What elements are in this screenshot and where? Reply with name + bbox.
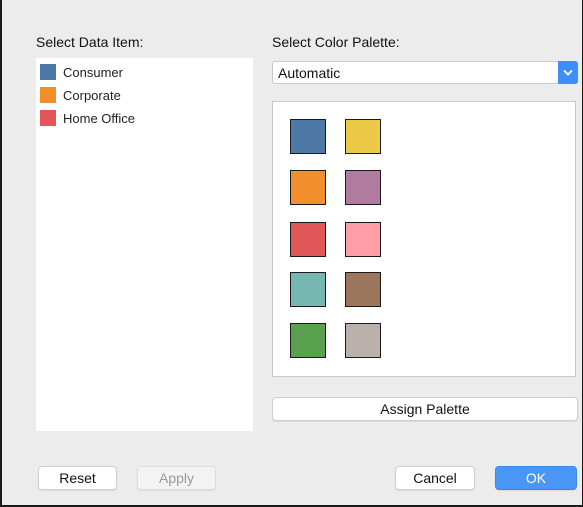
palette-swatch-red[interactable] xyxy=(290,222,326,257)
select-data-item-label: Select Data Item: xyxy=(36,34,144,50)
palette-swatch-yellow[interactable] xyxy=(345,119,381,154)
edit-colors-dialog: Select Data Item: Consumer Corporate Hom… xyxy=(0,0,583,507)
palette-swatch-gray[interactable] xyxy=(345,323,381,358)
consumer-color-swatch xyxy=(40,64,56,80)
select-color-palette-label: Select Color Palette: xyxy=(272,34,400,50)
ok-button[interactable]: OK xyxy=(495,466,577,490)
cancel-button[interactable]: Cancel xyxy=(395,466,475,490)
list-item-consumer[interactable]: Consumer xyxy=(40,62,123,82)
reset-button[interactable]: Reset xyxy=(38,466,117,490)
list-item-label: Home Office xyxy=(63,110,136,126)
apply-button[interactable]: Apply xyxy=(137,466,216,490)
palette-swatch-blue[interactable] xyxy=(290,119,326,154)
home-office-color-swatch xyxy=(40,110,56,126)
corporate-color-swatch xyxy=(40,87,56,103)
palette-swatch-grid xyxy=(272,101,576,377)
palette-swatch-pink[interactable] xyxy=(345,222,381,257)
palette-swatch-green[interactable] xyxy=(290,323,326,358)
palette-swatch-orange[interactable] xyxy=(290,170,326,205)
chevron-down-icon[interactable] xyxy=(558,61,578,84)
assign-palette-button[interactable]: Assign Palette xyxy=(272,397,578,421)
list-item-corporate[interactable]: Corporate xyxy=(40,85,121,105)
list-item-label: Consumer xyxy=(63,64,123,80)
data-item-list[interactable]: Consumer Corporate Home Office xyxy=(36,58,253,431)
palette-swatch-brown[interactable] xyxy=(345,272,381,307)
list-item-label: Corporate xyxy=(63,87,121,103)
list-item-home-office[interactable]: Home Office xyxy=(40,108,135,128)
palette-swatch-purple[interactable] xyxy=(345,170,381,205)
palette-select-value: Automatic xyxy=(278,64,341,81)
palette-swatch-teal[interactable] xyxy=(290,272,326,307)
palette-select[interactable]: Automatic xyxy=(272,61,578,84)
